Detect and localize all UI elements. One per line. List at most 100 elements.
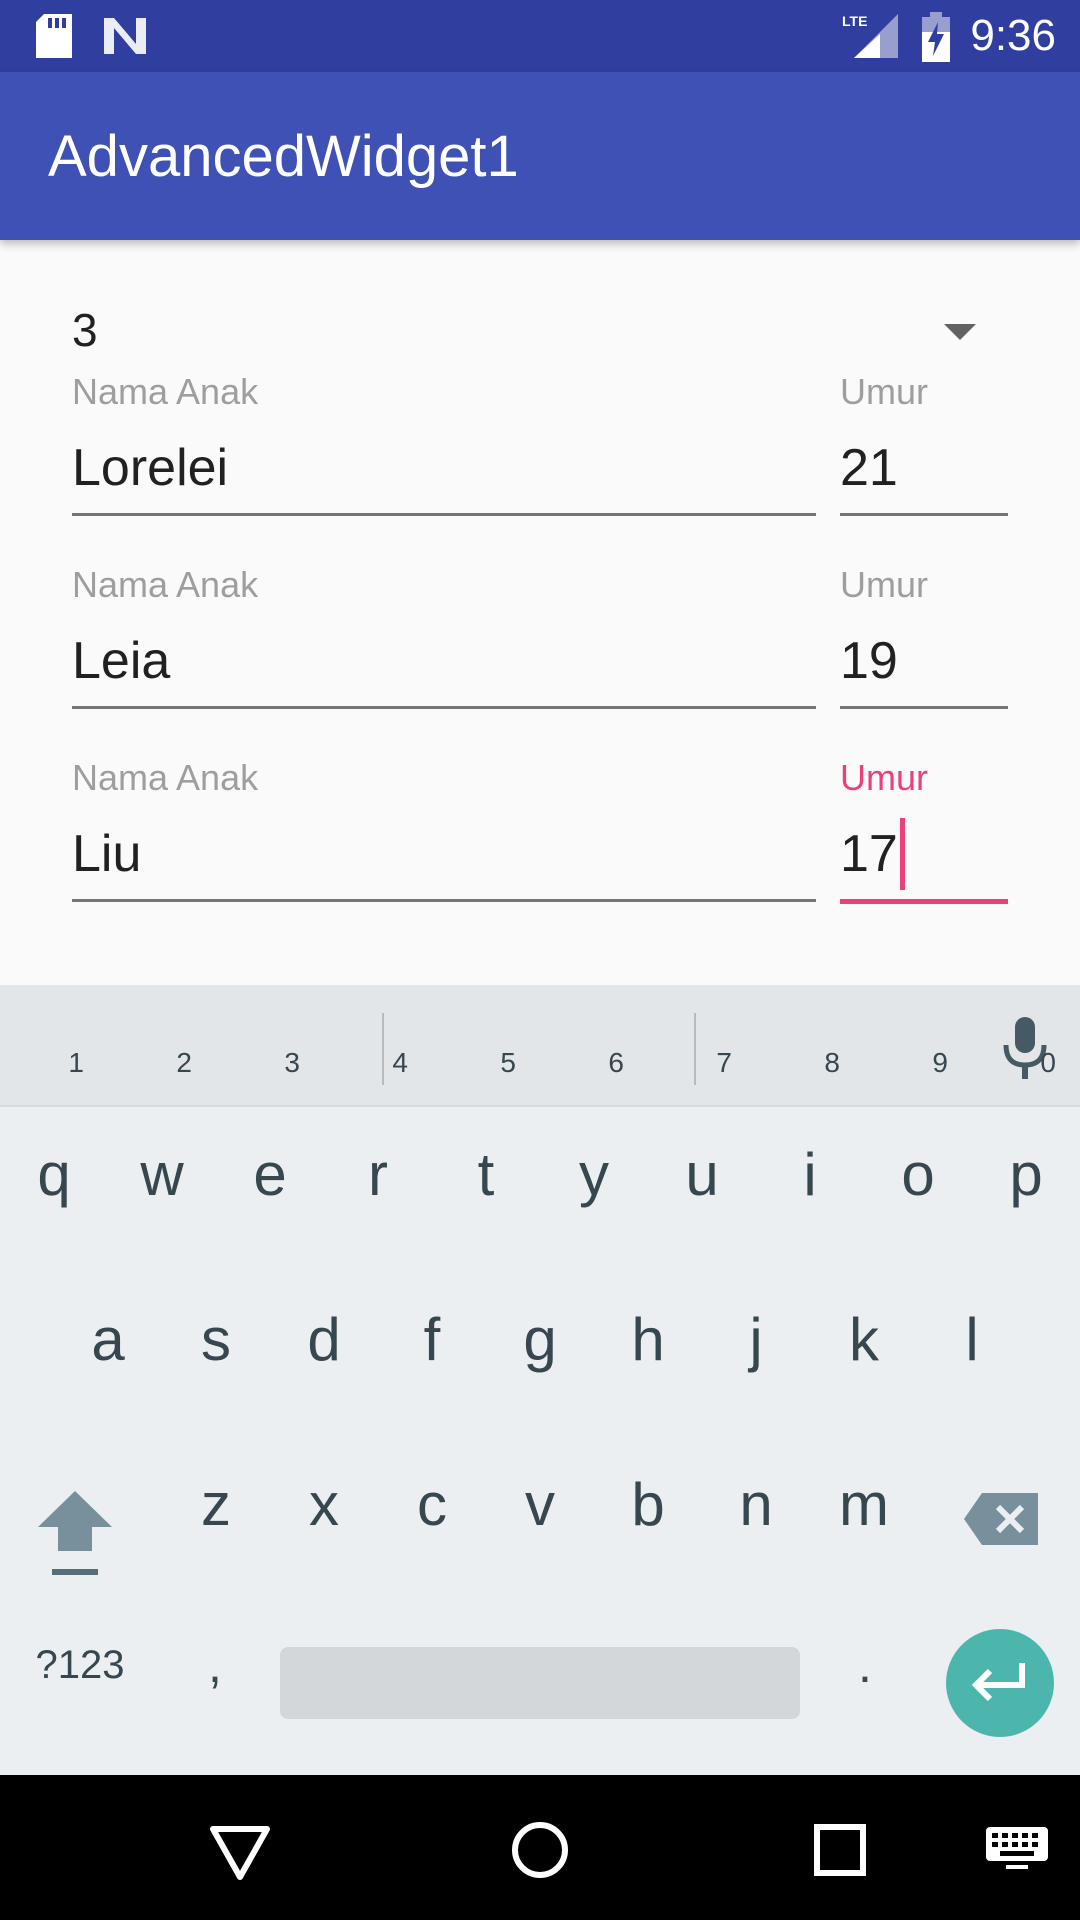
child-age-input[interactable]: 21 (840, 432, 1008, 504)
suggestion-divider (382, 1013, 384, 1085)
child-name-label: Nama Anak (72, 757, 259, 798)
input-underline (72, 899, 816, 902)
key-s[interactable]: s (162, 1265, 270, 1415)
children-count-spinner[interactable]: 3 (72, 300, 992, 360)
backspace-icon[interactable] (962, 1489, 1042, 1549)
child-age-label: Umur (840, 371, 928, 412)
key-hint: 4 (392, 1047, 408, 1078)
app-bar: AdvancedWidget1 (0, 72, 1080, 240)
key-q[interactable]: q1 (0, 1048, 108, 1250)
child-row: Nama Anak Leia Umur 19 (72, 563, 1008, 718)
child-name-label: Nama Anak (72, 564, 259, 605)
key-hint: 9 (932, 1047, 948, 1078)
child-age-field[interactable]: Umur 21 (840, 370, 1008, 525)
keyboard-switch-icon[interactable] (984, 1825, 1050, 1871)
key-label: u (685, 1141, 719, 1208)
child-age-label: Umur (840, 564, 928, 605)
key-m[interactable]: m (810, 1430, 918, 1580)
key-e[interactable]: e3 (216, 1048, 324, 1250)
enter-key[interactable] (946, 1629, 1054, 1737)
key-label: y (579, 1141, 609, 1208)
key-label: e (253, 1141, 287, 1208)
input-underline (72, 706, 816, 709)
key-label: r (368, 1141, 388, 1208)
key-p[interactable]: p0 (972, 1048, 1080, 1250)
key-hint: 6 (608, 1047, 624, 1078)
key-u[interactable]: u7 (648, 1048, 756, 1250)
main-content: 3 Nama Anak Lorelei Umur 21 Nama Anak Le… (0, 240, 1080, 1237)
key-w[interactable]: w2 (108, 1048, 216, 1250)
recents-icon[interactable] (795, 1805, 885, 1895)
key-label: p (1009, 1141, 1043, 1208)
key-g[interactable]: g (486, 1265, 594, 1415)
child-name-input[interactable]: Leia (72, 625, 816, 697)
period-key[interactable]: . (830, 1615, 900, 1715)
key-label: o (901, 1141, 935, 1208)
key-hint: 7 (716, 1047, 732, 1078)
lte-signal-icon: LTE (842, 13, 898, 58)
input-underline-focused (840, 899, 1008, 904)
child-row: Nama Anak Liu Umur 17 (72, 756, 1008, 911)
enter-icon (971, 1663, 1025, 1702)
key-l[interactable]: l (918, 1265, 1026, 1415)
key-c[interactable]: c (378, 1430, 486, 1580)
key-hint: 3 (284, 1047, 300, 1078)
key-v[interactable]: v (486, 1430, 594, 1580)
key-hint: 8 (824, 1047, 840, 1078)
key-a[interactable]: a (54, 1265, 162, 1415)
child-age-field[interactable]: Umur 19 (840, 563, 1008, 718)
child-name-input[interactable]: Liu (72, 818, 816, 890)
key-label: w (140, 1141, 184, 1208)
child-age-input[interactable]: 17 (840, 818, 1008, 890)
input-underline (72, 513, 816, 516)
child-name-field[interactable]: Nama Anak Leia (72, 563, 816, 718)
child-age-label: Umur (840, 757, 928, 798)
key-label: i (803, 1141, 817, 1208)
key-z[interactable]: z (162, 1430, 270, 1580)
key-r[interactable]: r4 (324, 1048, 432, 1250)
key-n[interactable]: n (702, 1430, 810, 1580)
key-j[interactable]: j (702, 1265, 810, 1415)
child-row: Nama Anak Lorelei Umur 21 (72, 370, 1008, 525)
child-name-label: Nama Anak (72, 371, 259, 412)
navigation-bar (0, 1775, 1080, 1920)
key-y[interactable]: y6 (540, 1048, 648, 1250)
key-label: q (37, 1141, 71, 1208)
sd-card-icon (36, 14, 72, 58)
status-time: 9:36 (970, 11, 1056, 60)
suggestion-divider (694, 1013, 696, 1085)
child-age-field-focused[interactable]: Umur 17 (840, 756, 1008, 911)
key-hint: 0 (1040, 1047, 1056, 1078)
home-icon[interactable] (495, 1805, 585, 1895)
key-i[interactable]: i8 (756, 1048, 864, 1250)
key-x[interactable]: x (270, 1430, 378, 1580)
child-name-input[interactable]: Lorelei (72, 432, 816, 504)
dropdown-arrow-icon (944, 324, 976, 340)
child-name-field[interactable]: Nama Anak Lorelei (72, 370, 816, 525)
key-f[interactable]: f (378, 1265, 486, 1415)
key-h[interactable]: h (594, 1265, 702, 1415)
key-hint: 2 (176, 1047, 192, 1078)
status-bar: LTE 9:36 (0, 0, 1080, 72)
spinner-value: 3 (72, 304, 98, 356)
back-icon[interactable] (195, 1805, 285, 1895)
key-d[interactable]: d (270, 1265, 378, 1415)
key-o[interactable]: o9 (864, 1048, 972, 1250)
child-age-input[interactable]: 19 (840, 625, 1008, 697)
soft-keyboard: ?123 , . q1w2e3r4t5y6u7i8o9p0asdfghjklzx… (0, 985, 1080, 1775)
key-hint: 5 (500, 1047, 516, 1078)
child-name-field[interactable]: Nama Anak Liu (72, 756, 816, 911)
key-k[interactable]: k (810, 1265, 918, 1415)
key-t[interactable]: t5 (432, 1048, 540, 1250)
text-cursor (899, 818, 905, 890)
comma-key[interactable]: , (175, 1615, 255, 1715)
symbols-key[interactable]: ?123 (20, 1625, 140, 1705)
shift-icon[interactable] (30, 1485, 120, 1585)
svg-text:LTE: LTE (842, 13, 867, 29)
key-label: t (477, 1141, 495, 1208)
key-b[interactable]: b (594, 1430, 702, 1580)
space-key[interactable] (280, 1647, 800, 1719)
input-underline (840, 513, 1008, 516)
app-title: AdvancedWidget1 (48, 124, 519, 189)
input-underline (840, 706, 1008, 709)
